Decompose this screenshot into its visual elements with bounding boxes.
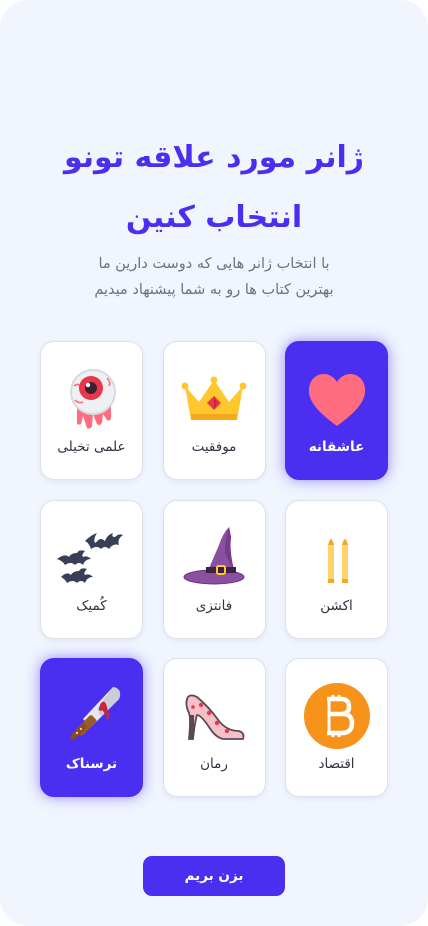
- genre-card-horror[interactable]: ترسناک: [40, 658, 143, 797]
- crown-icon: [179, 364, 249, 434]
- witch-hat-icon: [179, 523, 249, 593]
- title-line-2: انتخاب کنین: [125, 200, 303, 235]
- genre-card-comic[interactable]: کُمیک: [40, 499, 143, 639]
- high-heel-icon: [179, 681, 249, 751]
- genre-selection-screen: ژانر مورد علاقه تونو انتخاب کنین با انتخ…: [0, 0, 428, 926]
- genre-card-scifi[interactable]: علمی تخیلی: [40, 341, 143, 480]
- genre-label: کُمیک: [76, 597, 107, 614]
- genre-label: اکشن: [320, 597, 353, 614]
- genre-card-success[interactable]: موفقیت: [162, 341, 266, 480]
- continue-button[interactable]: بزن بریم: [143, 856, 285, 896]
- genre-grid: علمی تخیلی موفقیت عاشقانه کُمیک فانتزی ا…: [40, 341, 388, 797]
- genre-card-romance[interactable]: عاشقانه: [285, 341, 388, 480]
- bloody-knife-icon: [57, 681, 127, 751]
- genre-label: موفقیت: [191, 439, 237, 455]
- alien-eyeball-icon: [57, 364, 127, 434]
- genre-card-action[interactable]: اکشن: [285, 499, 388, 639]
- genre-label: رمان: [200, 756, 228, 772]
- genre-card-novel[interactable]: رمان: [162, 658, 266, 797]
- genre-card-economy[interactable]: اقتصاد: [285, 658, 388, 797]
- page-title: ژانر مورد علاقه تونو انتخاب کنین: [0, 128, 428, 248]
- genre-card-fantasy[interactable]: فانتزی: [162, 499, 266, 639]
- subtitle-line-1: با انتخاب ژانر هایی که دوست دارین ما: [98, 256, 330, 272]
- genre-label: علمی تخیلی: [57, 439, 126, 455]
- bats-icon: [56, 523, 127, 593]
- genre-label: فانتزی: [195, 597, 233, 614]
- bitcoin-icon: [302, 681, 372, 751]
- heart-icon: [302, 364, 372, 434]
- genre-label: اقتصاد: [318, 756, 355, 772]
- genre-label: ترسناک: [65, 756, 118, 772]
- subtitle-line-2: بهترین کتاب ها رو به شما پیشنهاد میدیم: [94, 282, 334, 298]
- page-subtitle: با انتخاب ژانر هایی که دوست دارین ما بهت…: [40, 251, 388, 303]
- bullets-icon: [302, 523, 372, 593]
- title-line-1: ژانر مورد علاقه تونو: [63, 140, 365, 175]
- genre-label: عاشقانه: [308, 439, 365, 455]
